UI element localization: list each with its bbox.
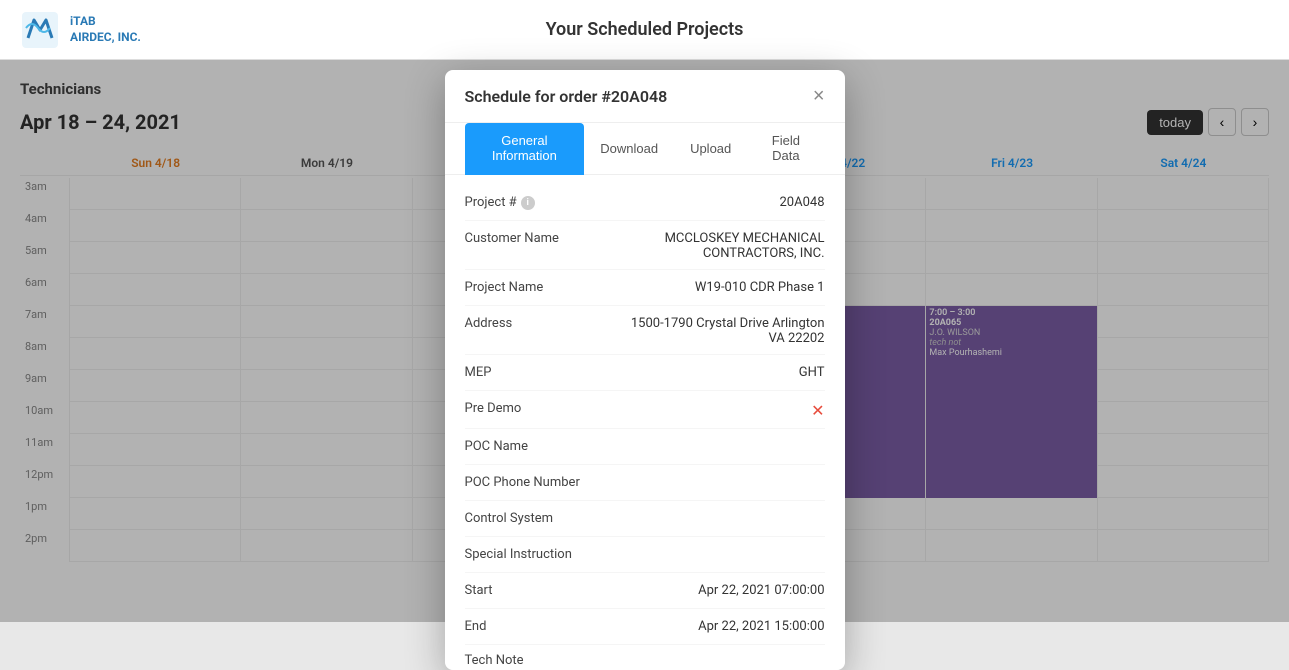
form-value: MCCLOSKEY MECHANICAL CONTRACTORS, INC. (615, 229, 825, 261)
logo-line1: iTAB (70, 14, 141, 30)
form-row: Address1500-1790 Crystal Drive Arlington… (465, 306, 825, 355)
form-value: W19-010 CDR Phase 1 (615, 278, 825, 295)
top-nav: iTAB AIRDEC, INC. Your Scheduled Project… (0, 0, 1289, 60)
modal-tabs: General Information Download Upload Fiel… (445, 123, 845, 175)
form-label: End (465, 617, 615, 634)
tab-field-data[interactable]: Field Data (747, 123, 824, 175)
logo-line2: AIRDEC, INC. (70, 30, 141, 46)
tab-download[interactable]: Download (584, 123, 674, 175)
page-title: Your Scheduled Projects (546, 19, 744, 40)
modal-header: Schedule for order #20A048 × (445, 70, 845, 123)
modal: Schedule for order #20A048 × General Inf… (445, 70, 845, 670)
tab-general-information[interactable]: General Information (465, 123, 585, 175)
tech-note-row: Tech Note Submit (465, 645, 825, 670)
form-row: Project # i20A048 (465, 185, 825, 221)
form-label: Control System (465, 509, 615, 526)
form-label: Start (465, 581, 615, 598)
form-row: Customer NameMCCLOSKEY MECHANICAL CONTRA… (465, 221, 825, 270)
form-label: Pre Demo (465, 399, 615, 416)
form-label: Customer Name (465, 229, 615, 246)
modal-overlay: Schedule for order #20A048 × General Inf… (0, 60, 1289, 622)
form-label: MEP (465, 363, 615, 380)
form-label: Project # i (465, 193, 615, 210)
logo-area: iTAB AIRDEC, INC. (20, 10, 141, 50)
form-label: POC Phone Number (465, 473, 615, 490)
modal-title: Schedule for order #20A048 (465, 87, 668, 106)
form-row: StartApr 22, 2021 07:00:00 (465, 573, 825, 609)
form-value: GHT (615, 363, 825, 380)
form-row: Pre Demo✕ (465, 391, 825, 429)
form-label: POC Name (465, 437, 615, 454)
form-value (615, 437, 825, 439)
form-label: Special Instruction (465, 545, 615, 562)
form-value (615, 545, 825, 547)
tab-upload[interactable]: Upload (674, 123, 747, 175)
form-row: Project NameW19-010 CDR Phase 1 (465, 270, 825, 306)
main-content: Technicians Apr 18 – 24, 2021 today ‹ › … (0, 60, 1289, 622)
form-row: Special Instruction (465, 537, 825, 573)
modal-close-button[interactable]: × (813, 86, 825, 106)
form-label: Project Name (465, 278, 615, 295)
form-value: 1500-1790 Crystal Drive Arlington VA 222… (615, 314, 825, 346)
logo-icon (20, 10, 60, 50)
form-value: Apr 22, 2021 07:00:00 (615, 581, 825, 598)
form-row: Control System (465, 501, 825, 537)
modal-body: Project # i20A048Customer NameMCCLOSKEY … (445, 175, 845, 670)
form-value (615, 509, 825, 511)
form-label: Address (465, 314, 615, 331)
info-icon: i (521, 196, 535, 210)
form-row: MEPGHT (465, 355, 825, 391)
form-row: EndApr 22, 2021 15:00:00 (465, 609, 825, 645)
tech-note-label: Tech Note (465, 653, 825, 668)
form-row: POC Name (465, 429, 825, 465)
logo-text: iTAB AIRDEC, INC. (70, 14, 141, 45)
form-row: POC Phone Number (465, 465, 825, 501)
form-value: 20A048 (615, 193, 825, 210)
form-value: ✕ (615, 399, 825, 420)
form-value (615, 473, 825, 475)
form-value: Apr 22, 2021 15:00:00 (615, 617, 825, 634)
